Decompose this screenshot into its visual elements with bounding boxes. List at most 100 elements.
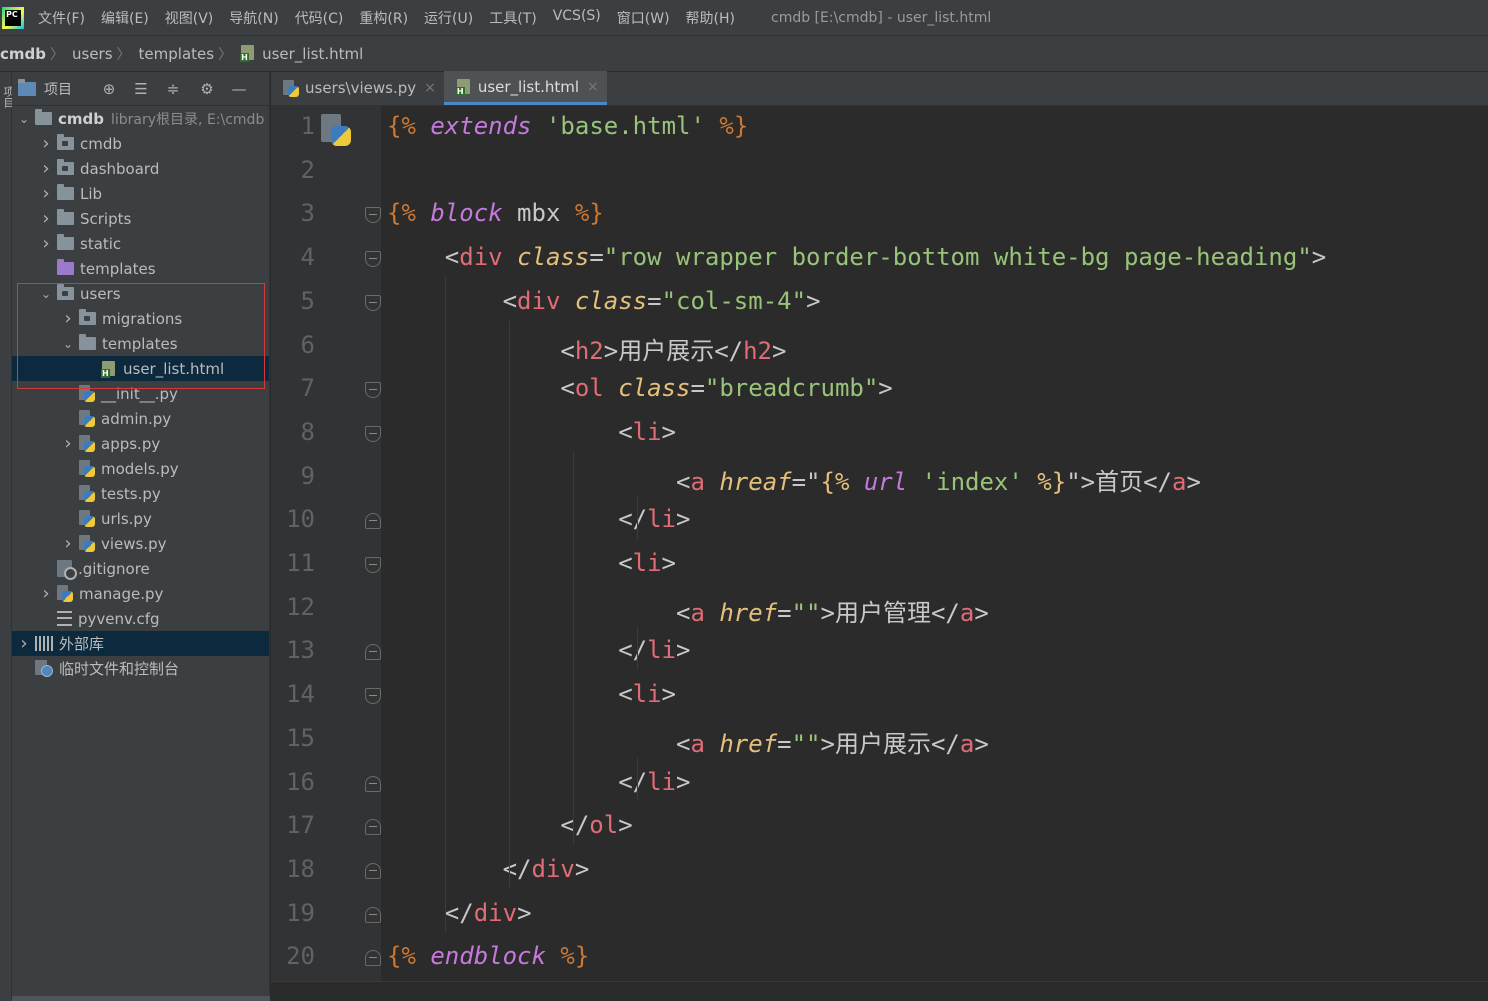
code-token: href	[719, 598, 778, 627]
code-token: class	[517, 243, 590, 272]
code-token: block	[430, 199, 503, 228]
tree-item-label: templates	[80, 259, 156, 278]
tree-item-label: Scripts	[80, 209, 132, 228]
menu-item-5[interactable]: 重构(R)	[359, 8, 408, 28]
python-gutter-icon[interactable]	[321, 114, 353, 146]
code-token: url	[863, 467, 908, 496]
menu-item-10[interactable]: 帮助(H)	[686, 8, 735, 28]
project-toolbar: 项目 ⊕ ☰ ≑ ⚙ —	[12, 72, 269, 106]
fold-close-icon[interactable]	[365, 862, 381, 879]
tree-item[interactable]: ⌄ users	[12, 281, 269, 306]
tree-item[interactable]: › manage.py	[12, 581, 269, 606]
menu-item-6[interactable]: 运行(U)	[424, 8, 473, 28]
tab-0[interactable]: users\views.py ×	[271, 71, 444, 105]
fold-open-icon[interactable]	[365, 251, 381, 268]
breadcrumb-item-templates[interactable]: templates	[139, 45, 215, 63]
tree-item[interactable]: › dashboard	[12, 156, 269, 181]
tree-item[interactable]: › static	[12, 231, 269, 256]
tree-item-label: .gitignore	[78, 559, 150, 578]
tree-item[interactable]: .gitignore	[12, 556, 269, 581]
chevron-down-icon[interactable]: ⌄	[39, 287, 53, 301]
line-number: 11	[286, 549, 315, 577]
gear-icon[interactable]: ⚙	[198, 80, 216, 98]
fold-open-icon[interactable]	[365, 425, 381, 442]
breadcrumb-item-project[interactable]: cmdb	[0, 45, 46, 63]
tree-item[interactable]: __init__.py	[12, 381, 269, 406]
collapse-all-icon[interactable]: ≑	[164, 80, 182, 98]
tree-item[interactable]: › 外部库	[12, 631, 269, 656]
tree-item[interactable]: pyvenv.cfg	[12, 606, 269, 631]
folder-icon	[35, 109, 52, 125]
menu-item-1[interactable]: 编辑(E)	[101, 8, 149, 28]
chevron-right-icon[interactable]: ›	[17, 633, 31, 654]
chevron-right-icon[interactable]: ›	[39, 133, 53, 154]
chevron-right-icon[interactable]: ›	[39, 183, 53, 204]
code-token: ol	[589, 811, 619, 840]
code-token: =	[777, 598, 792, 627]
chevron-right-icon[interactable]: ›	[61, 533, 75, 554]
menu-item-2[interactable]: 视图(V)	[165, 8, 214, 28]
fold-close-icon[interactable]	[365, 906, 381, 923]
tree-item-label: migrations	[102, 309, 183, 328]
chevron-right-icon[interactable]: ›	[61, 433, 75, 454]
fold-open-icon[interactable]	[365, 557, 381, 573]
code-token: <	[387, 598, 691, 627]
tree-item-label: dashboard	[80, 159, 160, 178]
tree-item[interactable]: › apps.py	[12, 431, 269, 456]
chevron-right-icon[interactable]: ›	[39, 583, 53, 604]
breadcrumb-item-file[interactable]: user_list.html	[240, 44, 363, 63]
code-token: <	[387, 467, 691, 496]
fold-close-icon[interactable]	[365, 644, 381, 661]
fold-close-icon[interactable]	[365, 819, 381, 836]
tree-item[interactable]: › migrations	[12, 306, 269, 331]
close-icon[interactable]: ×	[587, 79, 599, 95]
folder-icon	[57, 234, 74, 250]
templates-folder-icon	[57, 259, 74, 275]
tree-item[interactable]: › Lib	[12, 181, 269, 206]
fold-close-icon[interactable]	[365, 950, 381, 967]
locate-target-icon[interactable]: ⊕	[100, 80, 118, 98]
tree-item[interactable]: user_list.html	[12, 356, 269, 381]
chevron-down-icon[interactable]: ⌄	[61, 337, 75, 351]
fold-close-icon[interactable]	[365, 513, 381, 530]
menu-item-7[interactable]: 工具(T)	[489, 8, 536, 28]
code-token: >	[676, 636, 691, 665]
close-icon[interactable]: ×	[424, 80, 436, 96]
menu-item-4[interactable]: 代码(C)	[295, 8, 344, 28]
chevron-right-icon[interactable]: ›	[61, 308, 75, 329]
tab-1[interactable]: user_list.html ×	[443, 71, 607, 105]
tree-item[interactable]: urls.py	[12, 506, 269, 531]
code-line: </li>	[387, 768, 690, 796]
menu-item-0[interactable]: 文件(F)	[38, 8, 85, 28]
horizontal-scrollbar[interactable]	[12, 996, 270, 1001]
fold-open-icon[interactable]	[365, 294, 381, 311]
breadcrumb-item-users[interactable]: users	[72, 45, 113, 63]
chevron-right-icon[interactable]: ›	[39, 208, 53, 229]
tree-item[interactable]: › cmdb	[12, 131, 269, 156]
expand-all-icon[interactable]: ☰	[132, 80, 150, 98]
tree-item-label: 临时文件和控制台	[59, 660, 180, 678]
tree-item[interactable]: 临时文件和控制台	[12, 656, 269, 681]
tree-item[interactable]: models.py	[12, 456, 269, 481]
tree-item[interactable]: › Scripts	[12, 206, 269, 231]
menu-item-9[interactable]: 窗口(W)	[617, 8, 670, 28]
tree-item[interactable]: › views.py	[12, 531, 269, 556]
chevron-right-icon[interactable]: ›	[39, 158, 53, 179]
fold-open-icon[interactable]	[365, 688, 381, 705]
chevron-right-icon: 〉	[116, 46, 131, 63]
tree-item[interactable]: templates	[12, 256, 269, 281]
project-view-selector[interactable]: 项目	[18, 78, 72, 99]
tree-item[interactable]: tests.py	[12, 481, 269, 506]
tree-item[interactable]: ⌄ cmdb library根目录, E:\cmdb	[12, 106, 269, 131]
tree-item-label: templates	[102, 334, 178, 353]
chevron-down-icon[interactable]: ⌄	[17, 112, 31, 126]
minimize-icon[interactable]: —	[230, 80, 248, 98]
fold-close-icon[interactable]	[365, 775, 381, 792]
tree-item[interactable]: admin.py	[12, 406, 269, 431]
chevron-right-icon[interactable]: ›	[39, 233, 53, 254]
menu-item-8[interactable]: VCS(S)	[553, 8, 601, 28]
code-editor[interactable]	[381, 106, 1488, 981]
menu-item-3[interactable]: 导航(N)	[229, 8, 278, 28]
tree-item[interactable]: ⌄ templates	[12, 331, 269, 356]
package-folder-icon	[79, 309, 96, 325]
